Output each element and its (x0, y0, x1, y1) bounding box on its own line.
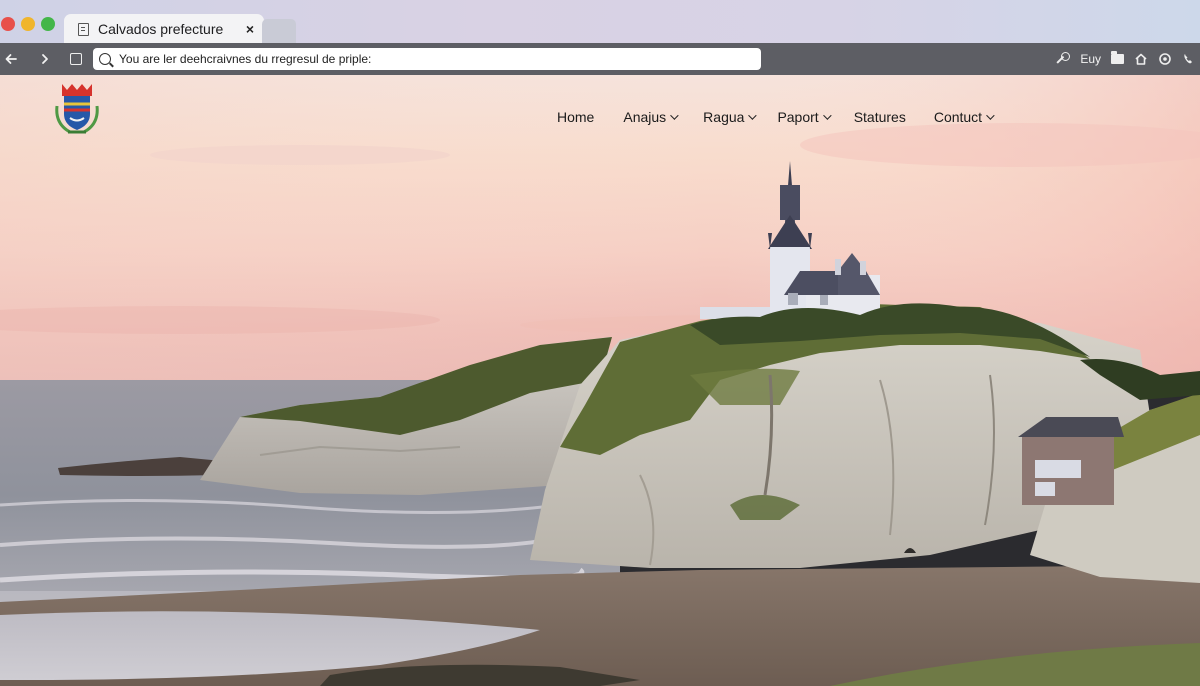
folder-icon[interactable] (1111, 51, 1124, 67)
nav-item-ragua[interactable]: Ragua (703, 109, 758, 125)
nav-item-home[interactable]: Home (557, 109, 594, 125)
address-bar-text[interactable]: You are ler deehcraivnes du rregresul de… (119, 52, 371, 66)
page-viewport: Home Anajus Ragua Paport Statures Contuc… (0, 75, 1200, 686)
chevron-down-icon (748, 111, 758, 120)
site-header: Home Anajus Ragua Paport Statures Contuc… (0, 75, 1200, 165)
browser-toolbar: You are ler deehcraivnes du rregresul de… (0, 43, 1200, 75)
nav-item-label: Paport (777, 109, 819, 125)
toolbar-label[interactable]: Euy (1080, 51, 1101, 67)
nav-item-label: Statures (853, 109, 906, 125)
phone-icon[interactable] (1182, 51, 1194, 67)
home-icon[interactable] (1134, 51, 1148, 67)
browser-tab-active[interactable]: Calvados prefecture × (64, 14, 264, 44)
nav-item-label: Ragua (703, 109, 745, 125)
main-navigation: Home Anajus Ragua Paport Statures Contuc… (557, 109, 995, 125)
hero-landscape-image (0, 75, 1200, 686)
nav-item-label: Contuct (933, 109, 983, 125)
nav-item-statures[interactable]: Statures (854, 109, 906, 125)
key-icon[interactable] (1056, 51, 1071, 67)
chevron-down-icon (822, 111, 832, 120)
tab-title: Calvados prefecture (98, 21, 224, 37)
sidebar-toggle-icon[interactable] (70, 53, 82, 65)
tab-close-icon[interactable]: × (246, 21, 254, 37)
chevron-down-icon (670, 111, 679, 120)
browser-titlebar: Calvados prefecture × (0, 0, 1200, 44)
toolbar-right-group: Euy (1056, 43, 1194, 75)
search-icon (99, 53, 111, 65)
chevron-down-icon (986, 111, 995, 120)
coat-of-arms-logo[interactable] (52, 80, 102, 136)
nav-item-paport[interactable]: Paport (777, 109, 832, 125)
close-window-button[interactable] (1, 17, 15, 31)
forward-arrow-icon[interactable] (34, 48, 56, 70)
back-arrow-icon[interactable] (0, 48, 22, 70)
page-icon (78, 22, 89, 36)
nav-item-label: Home (557, 109, 595, 125)
refresh-circle-icon[interactable] (1158, 51, 1172, 67)
new-tab-button[interactable] (262, 19, 296, 43)
nav-item-contuct[interactable]: Contuct (933, 109, 995, 125)
minimize-window-button[interactable] (21, 17, 35, 31)
address-bar[interactable]: You are ler deehcraivnes du rregresul de… (93, 48, 761, 70)
nav-item-anajus[interactable]: Anajus (623, 109, 679, 125)
nav-item-label: Anajus (623, 109, 667, 125)
maximize-window-button[interactable] (41, 17, 55, 31)
